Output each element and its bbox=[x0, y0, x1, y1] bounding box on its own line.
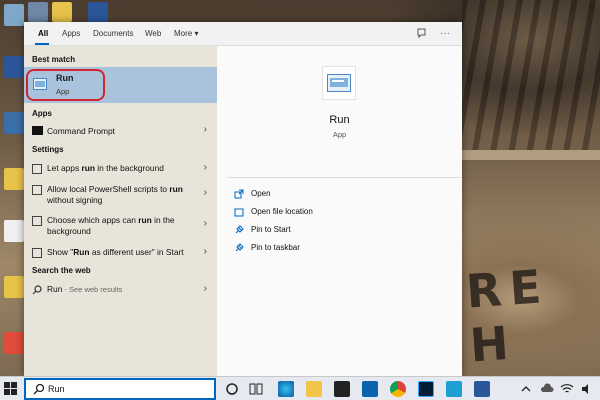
tab-all[interactable]: All bbox=[38, 29, 48, 38]
file-explorer-icon[interactable] bbox=[306, 381, 322, 397]
app-item-label: Command Prompt bbox=[47, 126, 115, 136]
tab-more[interactable]: More ▾ bbox=[174, 29, 198, 38]
preview-pane: Run App Open Open file location Pin to S… bbox=[217, 46, 462, 376]
chevron-right-icon[interactable]: › bbox=[204, 246, 207, 257]
chrome-icon[interactable] bbox=[390, 381, 406, 397]
edge-icon[interactable] bbox=[278, 381, 294, 397]
section-search-web: Search the web bbox=[32, 266, 91, 275]
wifi-icon[interactable] bbox=[560, 382, 574, 396]
this-pc-icon[interactable] bbox=[4, 112, 24, 134]
document-icon[interactable] bbox=[4, 220, 24, 242]
settings-icon bbox=[32, 164, 42, 174]
word-doc-icon[interactable] bbox=[4, 56, 24, 78]
tab-web[interactable]: Web bbox=[145, 29, 161, 38]
settings-text: in the background bbox=[94, 163, 164, 173]
filter-tabs: All Apps Documents Web More ▾ ··· bbox=[24, 22, 462, 46]
store-icon[interactable] bbox=[334, 381, 350, 397]
mail-icon[interactable] bbox=[362, 381, 378, 397]
web-query: Run bbox=[47, 284, 63, 294]
tab-apps[interactable]: Apps bbox=[62, 29, 80, 38]
taskbar: Run bbox=[0, 376, 600, 400]
settings-item[interactable]: Let apps run in the background › bbox=[24, 161, 217, 177]
wall-graffiti: RE H bbox=[464, 258, 551, 373]
settings-item[interactable]: Allow local PowerShell scripts to run wi… bbox=[24, 182, 217, 208]
app-icon[interactable] bbox=[446, 381, 462, 397]
task-view-icon[interactable] bbox=[248, 381, 264, 397]
chevron-up-icon[interactable] bbox=[520, 383, 532, 395]
chevron-right-icon[interactable]: › bbox=[204, 218, 207, 229]
run-app-icon bbox=[322, 66, 356, 100]
active-tab-indicator bbox=[35, 43, 49, 45]
folder-icon[interactable] bbox=[4, 276, 24, 298]
action-label: Open bbox=[251, 189, 271, 198]
chevron-right-icon[interactable]: › bbox=[204, 162, 207, 173]
start-search-panel: All Apps Documents Web More ▾ ··· Best m… bbox=[24, 22, 462, 376]
action-label: Open file location bbox=[251, 207, 313, 216]
feedback-icon[interactable] bbox=[416, 28, 427, 42]
open-icon bbox=[234, 189, 244, 199]
web-hint: - See web results bbox=[62, 285, 123, 294]
word-icon[interactable] bbox=[88, 2, 108, 22]
tab-documents[interactable]: Documents bbox=[93, 29, 133, 38]
settings-icon bbox=[32, 248, 42, 258]
settings-text: without signing bbox=[47, 195, 103, 205]
word-icon[interactable] bbox=[474, 381, 490, 397]
chevron-right-icon[interactable]: › bbox=[204, 283, 207, 294]
desktop-shortcut-icon[interactable] bbox=[28, 2, 48, 22]
search-icon bbox=[32, 285, 42, 295]
web-result-item[interactable]: Run - See web results › bbox=[24, 282, 217, 298]
photoshop-icon[interactable] bbox=[418, 381, 434, 397]
cloud-icon[interactable] bbox=[540, 382, 554, 396]
app-item-command-prompt[interactable]: Command Prompt › bbox=[24, 122, 217, 140]
section-settings: Settings bbox=[32, 145, 64, 154]
settings-item[interactable]: Choose which apps can run in the backgro… bbox=[24, 213, 217, 239]
command-prompt-icon bbox=[32, 126, 43, 135]
app-shortcut-icon[interactable] bbox=[4, 332, 24, 354]
section-best-match: Best match bbox=[32, 55, 76, 64]
settings-icon bbox=[32, 216, 42, 226]
settings-text: Allow local PowerShell scripts to bbox=[47, 184, 170, 194]
folder-icon[interactable] bbox=[4, 168, 24, 190]
settings-icon bbox=[32, 185, 42, 195]
search-icon bbox=[33, 383, 45, 395]
windows-start-icon[interactable] bbox=[4, 382, 18, 396]
match-text: Run bbox=[73, 247, 90, 257]
chevron-right-icon[interactable]: › bbox=[204, 187, 207, 198]
folder-location-icon bbox=[234, 208, 244, 217]
settings-item[interactable]: Show "Run as different user" in Start › bbox=[24, 245, 217, 261]
match-text: run bbox=[169, 184, 183, 194]
volume-icon[interactable] bbox=[580, 382, 594, 396]
settings-text: Show " bbox=[47, 247, 74, 257]
taskbar-search-box[interactable]: Run bbox=[24, 378, 216, 400]
settings-text: Let apps bbox=[47, 163, 82, 173]
more-options-icon[interactable]: ··· bbox=[440, 28, 450, 39]
action-label: Pin to Start bbox=[251, 225, 291, 234]
chevron-right-icon[interactable]: › bbox=[204, 124, 207, 135]
section-apps: Apps bbox=[32, 109, 52, 118]
match-text: run bbox=[81, 163, 95, 173]
pin-icon bbox=[235, 225, 244, 234]
divider bbox=[227, 177, 462, 178]
preview-title: Run bbox=[329, 114, 350, 126]
search-input[interactable]: Run bbox=[48, 384, 65, 394]
settings-text: as different user" in Start bbox=[89, 247, 184, 257]
settings-text: Choose which apps can bbox=[47, 215, 139, 225]
recycle-bin-icon[interactable] bbox=[4, 4, 24, 26]
folder-icon[interactable] bbox=[52, 2, 72, 22]
match-text: run bbox=[138, 215, 152, 225]
pin-icon bbox=[235, 243, 244, 252]
highlight-ring bbox=[26, 69, 105, 101]
cortana-icon[interactable] bbox=[224, 381, 240, 397]
action-label: Pin to taskbar bbox=[251, 243, 300, 252]
preview-subtitle: App bbox=[332, 130, 347, 139]
